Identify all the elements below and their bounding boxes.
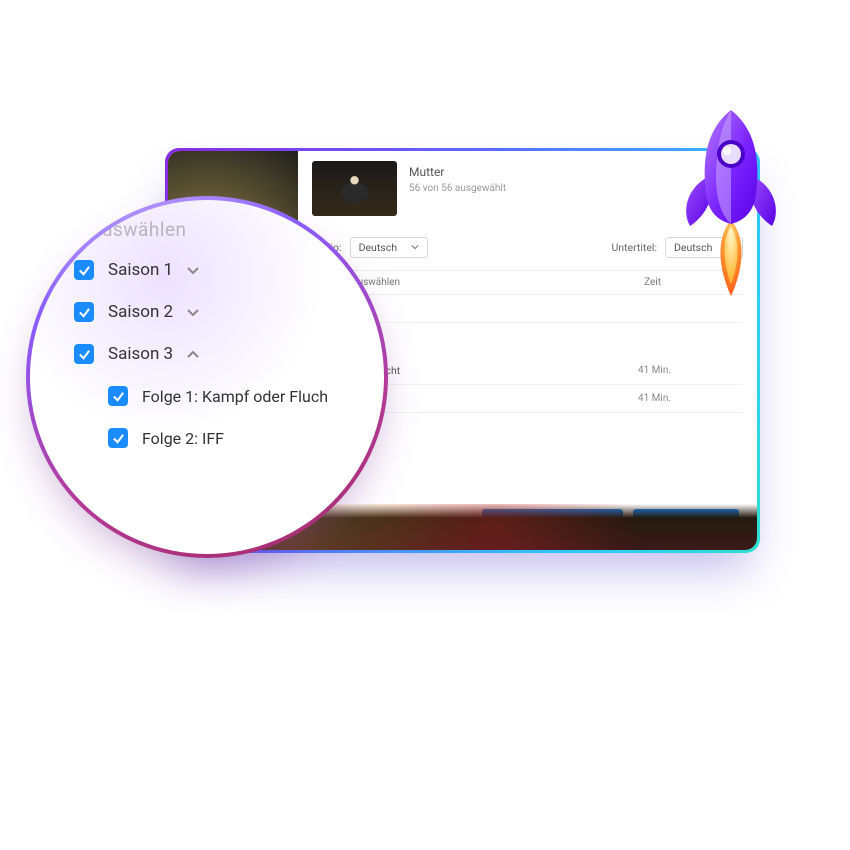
chevron-up-icon — [185, 346, 201, 362]
chevron-down-icon — [411, 241, 419, 254]
season-label: Saison 2 — [108, 302, 173, 322]
season-checkbox[interactable] — [74, 260, 94, 280]
subtitle-label: Untertitel: — [611, 241, 657, 254]
episode-row[interactable]: Folge 2: IFF — [74, 417, 384, 459]
episode-label: Folge 2: IFF — [142, 429, 224, 448]
time-header: Zeit — [644, 277, 741, 288]
season-row[interactable]: Saison 3 — [74, 333, 384, 375]
title-text: Mutter 56 von 56 ausgewählt — [409, 161, 506, 194]
episode-label: Folge 1: Kampf oder Fluch — [142, 387, 328, 406]
season-label: Saison 3 — [108, 344, 173, 364]
episode-checkbox[interactable] — [108, 386, 128, 406]
episode-row[interactable]: Folge 1: Kampf oder Fluch — [74, 375, 384, 417]
chevron-down-icon — [185, 262, 201, 278]
season-checkbox[interactable] — [74, 302, 94, 322]
episode-checkbox[interactable] — [108, 428, 128, 448]
season-row[interactable]: Saison 2 — [74, 291, 384, 333]
select-heading-trunc: uswählen — [102, 218, 384, 241]
season-row[interactable]: Saison 1 — [74, 249, 384, 291]
season-label: Saison 1 — [108, 260, 173, 280]
chevron-down-icon — [185, 304, 201, 320]
episode-duration: 41 Min. — [638, 393, 741, 404]
series-title: Mutter — [409, 165, 506, 179]
season-checkbox[interactable] — [74, 344, 94, 364]
magnifier-content: uswählen Saison 1 Saison 2 — [30, 200, 384, 554]
selection-count: 56 von 56 ausgewählt — [409, 183, 506, 194]
subtitle-value: Deutsch — [674, 241, 712, 254]
subtitle-select[interactable]: Deutsch — [665, 237, 743, 258]
episode-duration: 41 Min. — [638, 365, 741, 376]
magnifier: uswählen Saison 1 Saison 2 — [26, 196, 388, 558]
